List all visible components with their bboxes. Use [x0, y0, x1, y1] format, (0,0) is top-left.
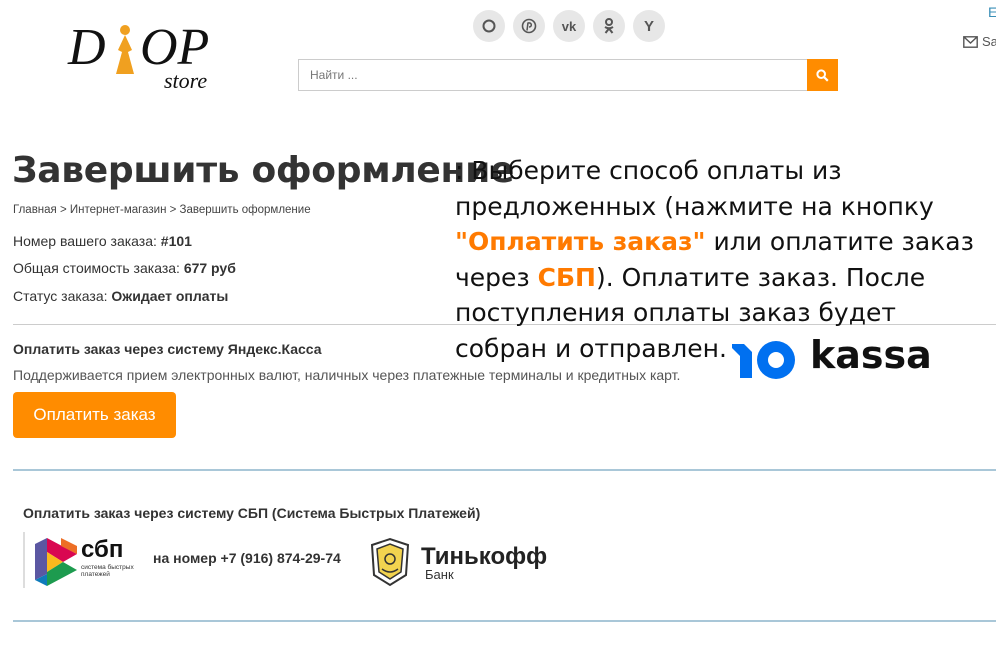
instructions-highlight-pay: "Оплатить заказ" — [455, 227, 706, 256]
vk-icon[interactable]: vk — [553, 10, 585, 42]
search-input[interactable] — [298, 59, 807, 91]
top-right-link[interactable]: E — [988, 4, 996, 20]
sbp-logo-subtext: система быстрых платежей — [81, 564, 134, 578]
instructions-text-1: : Выберите способ оплаты из предложенных… — [455, 156, 934, 221]
order-status-label: Статус заказа: — [13, 288, 108, 304]
search-bar — [298, 59, 838, 91]
section-divider — [13, 469, 996, 471]
site-logo[interactable]: D OP store — [66, 19, 226, 94]
sbp-phone: на номер +7 (916) 874-29-74 — [153, 550, 341, 566]
sbp-logo-text: сбп — [81, 536, 124, 563]
breadcrumb: Главная > Интернет-магазин > Завершить о… — [13, 204, 311, 216]
order-number-label: Номер вашего заказа: — [13, 233, 157, 249]
yandex-kassa-title: Оплатить заказ через систему Яндекс.Касс… — [13, 341, 322, 357]
yandex-kassa-description: Поддерживается прием электронных валют, … — [13, 367, 681, 383]
order-status-value: Ожидает оплаты — [111, 288, 229, 304]
order-total-label: Общая стоимость заказа: — [13, 260, 180, 276]
instructions-highlight-sbp: СБП — [537, 262, 596, 292]
order-total-value: 677 руб — [183, 260, 236, 276]
mail-text: Sa — [982, 34, 996, 49]
sbp-title: Оплатить заказ через систему СБП (Систем… — [23, 505, 481, 521]
logo-figure-icon — [116, 25, 134, 74]
search-button[interactable] — [807, 59, 838, 91]
logo-letter-d: D — [68, 19, 106, 76]
envelope-icon — [963, 35, 978, 48]
tinkoff-emblem-icon — [370, 537, 410, 587]
order-number-value: #101 — [160, 233, 192, 249]
logo-store: store — [164, 68, 208, 93]
search-icon — [816, 68, 829, 82]
sbp-block: сбп система быстрых платежей на номер +7… — [23, 532, 547, 588]
tinkoff-sub: Банк — [425, 567, 454, 582]
order-status: Статус заказа: Ожидает оплаты — [13, 288, 228, 304]
yandex-icon[interactable]: Y — [633, 10, 665, 42]
mail-link[interactable]: Sa — [963, 34, 996, 49]
order-number: Номер вашего заказа: #101 — [13, 233, 192, 249]
order-total: Общая стоимость заказа: 677 руб — [13, 260, 236, 276]
pinterest-icon[interactable] — [513, 10, 545, 42]
ok-icon[interactable] — [593, 10, 625, 42]
pay-order-button[interactable]: Оплатить заказ — [13, 392, 176, 438]
yookassa-mark-icon — [732, 341, 795, 379]
section-divider-bottom — [13, 620, 996, 622]
social-links: vk Y — [473, 10, 665, 42]
yookassa-logo: kassa — [730, 333, 932, 382]
page-title: Завершить оформление — [12, 150, 515, 191]
odnoklassniki-circle-icon[interactable] — [473, 10, 505, 42]
yookassa-logo-text: kassa — [810, 333, 932, 377]
